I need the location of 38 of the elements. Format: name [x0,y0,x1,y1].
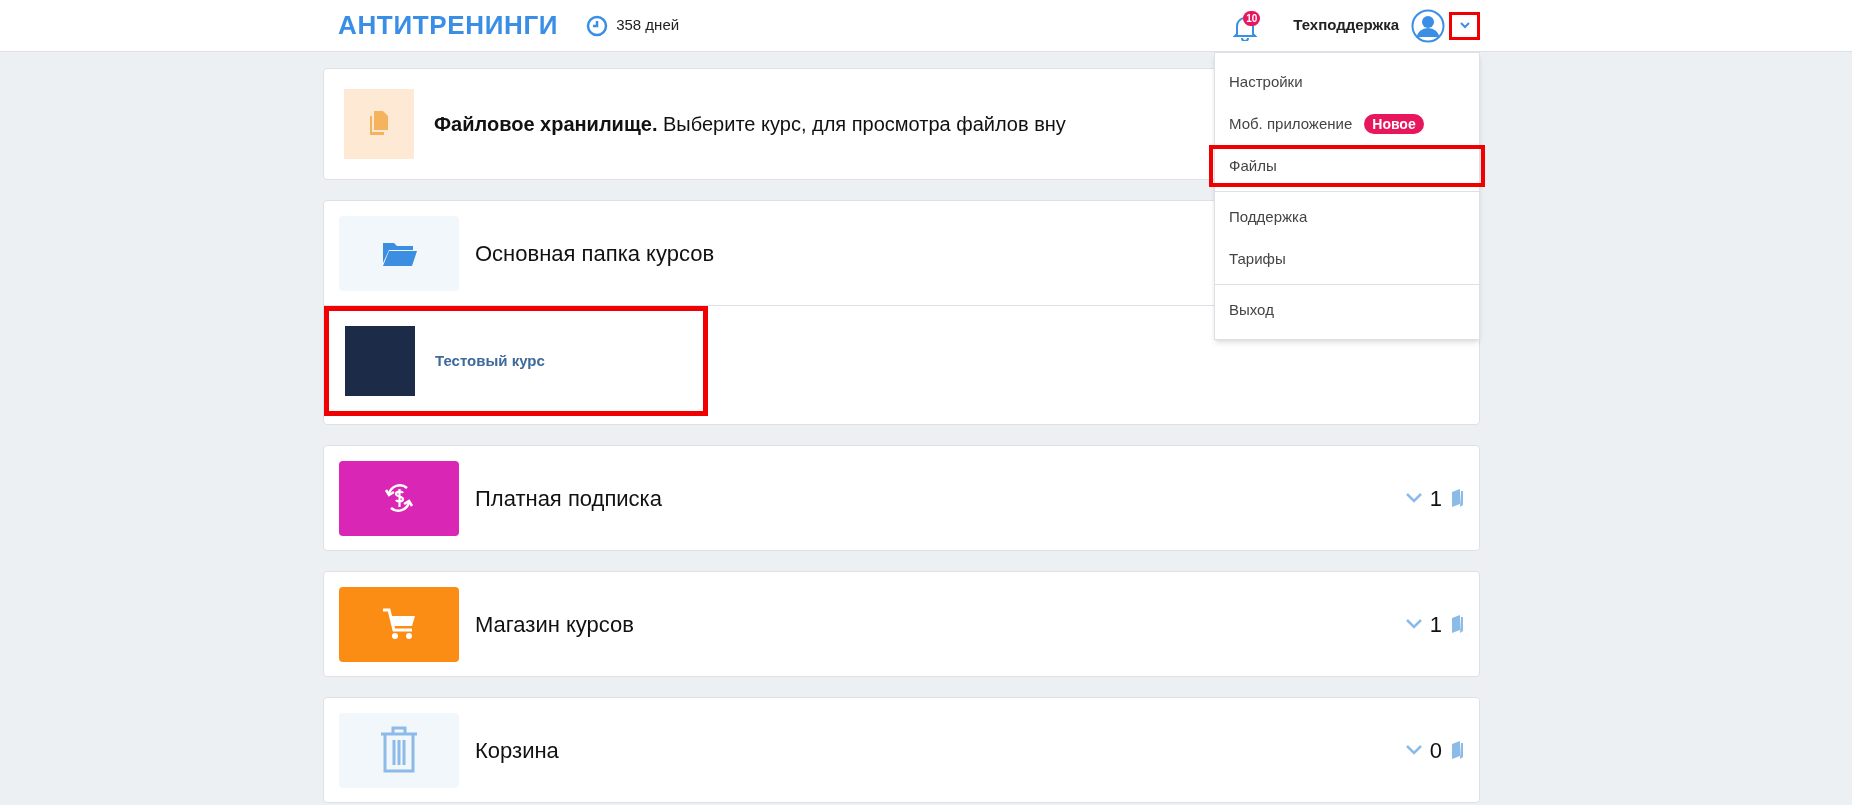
folder-title: Основная папка курсов [475,239,715,268]
folder-card[interactable]: Платная подписка 1 [323,445,1480,551]
days-left: 358 дней [616,15,680,36]
chevron-icon [1405,619,1422,629]
cart-icon [381,607,417,641]
course-count: 1 [1429,610,1442,639]
menu-item[interactable]: Тарифы [1215,238,1479,280]
folder-title: Платная подписка [475,484,662,513]
info-text: Файловое хранилище. Выберите курс, для просмотра файлов вну [434,112,1066,137]
menu-item[interactable]: Файлы [1209,145,1485,187]
chevron-icon [1405,745,1422,755]
photo-placeholder [345,326,415,396]
book-icon [1450,615,1464,633]
course-count: 0 [1429,736,1442,765]
user-name[interactable]: Техподдержка [1293,14,1399,37]
menu-item[interactable]: Настройки [1215,61,1479,103]
book-icon [1450,741,1464,759]
chevron-down-icon [1459,22,1470,29]
menu-item[interactable]: Моб. приложение Новое [1215,103,1479,145]
course-count: 1 [1429,484,1442,513]
new-badge: Новое [1364,114,1424,134]
chevron-icon [1405,493,1422,503]
folder-title: Магазин курсов [475,610,634,639]
bell-icon [1233,14,1258,41]
menu-toggle-button[interactable] [1449,11,1480,40]
book-icon [1450,489,1464,507]
folder-card[interactable]: Магазин курсов 1 [323,571,1480,677]
course-row[interactable]: Тестовый курс [324,306,708,416]
documents-icon [368,111,390,137]
course-title: Тестовый курс [435,350,545,371]
folder-card[interactable]: Корзина 0 [323,697,1480,803]
menu-item[interactable]: Выход [1215,289,1479,331]
notifications-button[interactable]: 10 [1233,10,1262,41]
trash-icon [379,725,419,775]
folder-title: Корзина [475,736,559,765]
clock-icon [586,14,609,37]
avatar-icon[interactable] [1411,8,1445,43]
notification-count: 10 [1243,10,1261,26]
